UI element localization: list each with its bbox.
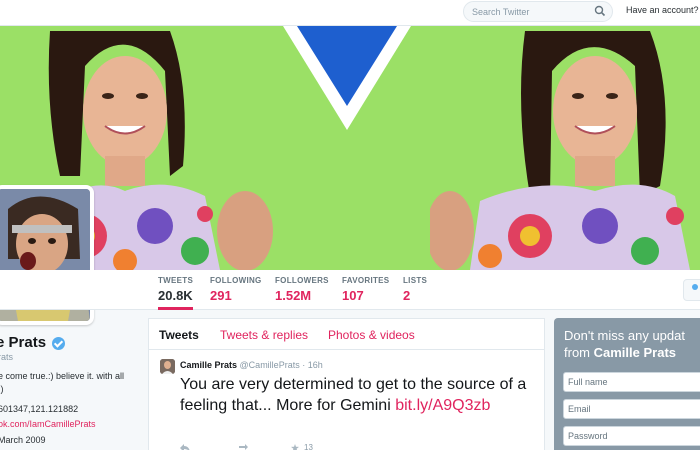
- bio-line: e come true.:) believe it. with all: [0, 371, 125, 381]
- stat-value: 107: [342, 288, 364, 303]
- stat-value: 20.8K: [158, 288, 193, 303]
- favorite-count: 13: [304, 443, 313, 450]
- tweet-avatar[interactable]: [160, 359, 175, 374]
- password-field[interactable]: [563, 426, 700, 446]
- profile-bio: e come true.:) believe it. with all :): [0, 370, 140, 396]
- stat-label: FAVORITES: [342, 276, 390, 285]
- email-field[interactable]: [563, 399, 700, 419]
- account-prompt-text: Have an account?: [626, 5, 699, 15]
- reply-icon[interactable]: [180, 444, 190, 450]
- search-input[interactable]: [472, 5, 592, 19]
- search-box[interactable]: [463, 1, 613, 22]
- timeline-panel: Tweets Tweets & replies Photos & videos …: [148, 318, 545, 450]
- stat-label: FOLLOWING: [210, 276, 262, 285]
- tweet-separator: ·: [302, 360, 306, 370]
- stat-label: LISTS: [403, 276, 428, 285]
- profile-stats-bar: TWEETS 20.8K FOLLOWING 291 FOLLOWERS 1.5…: [0, 270, 700, 310]
- signup-heading-prefix: from: [564, 345, 594, 360]
- stat-followers[interactable]: FOLLOWERS 1.52M: [275, 276, 329, 310]
- follow-button[interactable]: [683, 279, 700, 301]
- tab-tweets[interactable]: Tweets: [159, 328, 199, 342]
- signup-panel: Don't miss any updat from Camille Prats: [554, 318, 700, 450]
- stat-lists[interactable]: LISTS 2: [403, 276, 427, 310]
- signup-heading-name: Camille Prats: [593, 345, 676, 360]
- stat-favorites[interactable]: FAVORITES 107: [342, 276, 389, 310]
- banner-photo-right: [430, 31, 690, 270]
- profile-handle[interactable]: rats: [0, 352, 13, 362]
- tweet-link[interactable]: bit.ly/A9Q3zb: [395, 397, 490, 414]
- signup-heading: Don't miss any updat from Camille Prats: [564, 327, 700, 361]
- stat-value: 291: [210, 288, 232, 303]
- stat-label: TWEETS: [158, 276, 194, 285]
- retweet-icon[interactable]: [238, 444, 248, 450]
- favorite-star-icon[interactable]: [290, 444, 300, 450]
- timeline-tabs: Tweets Tweets & replies Photos & videos: [149, 319, 544, 350]
- tweet-actions: 13: [180, 443, 380, 450]
- stat-following[interactable]: FOLLOWING 291: [210, 276, 262, 310]
- bio-line: :): [0, 384, 4, 394]
- profile-name: e Prats: [0, 334, 47, 351]
- verified-badge-icon: [52, 337, 65, 350]
- profile-banner: [0, 26, 700, 270]
- follow-icon: [692, 284, 698, 290]
- tweet-author-name[interactable]: Camille Prats: [180, 360, 237, 370]
- stat-label: FOLLOWERS: [275, 276, 329, 285]
- profile-location: 601347,121.121882: [0, 404, 79, 414]
- signup-heading-line1: Don't miss any updat: [564, 328, 685, 343]
- profile-website-link[interactable]: ok.com/IamCamillePrats: [0, 419, 96, 429]
- stat-value: 1.52M: [275, 288, 312, 303]
- banner-triangle-graphic: [283, 26, 411, 130]
- tab-photos-videos[interactable]: Photos & videos: [328, 328, 415, 342]
- fullname-field[interactable]: [563, 372, 700, 392]
- tweet-timestamp[interactable]: 16h: [308, 360, 323, 370]
- tweet-header: Camille Prats @CamillePrats · 16h: [180, 360, 323, 370]
- tweet-text: You are very determined to get to the so…: [180, 374, 540, 416]
- search-icon[interactable]: [594, 5, 606, 17]
- stat-tweets[interactable]: TWEETS 20.8K: [158, 276, 194, 310]
- stat-value: 2: [403, 288, 411, 303]
- account-prompt: Have an account? L: [626, 5, 700, 15]
- top-navigation-bar: Have an account? L: [0, 0, 700, 26]
- tweet-author-handle[interactable]: @CamillePrats: [240, 360, 300, 370]
- profile-joined-date: March 2009: [0, 435, 46, 445]
- tab-tweets-replies[interactable]: Tweets & replies: [220, 328, 308, 342]
